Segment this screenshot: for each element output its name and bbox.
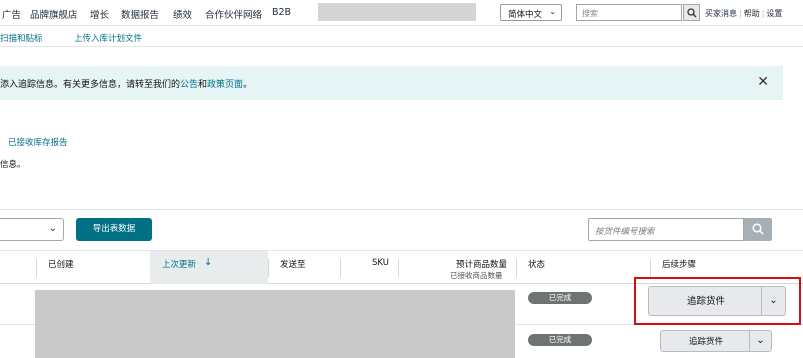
search-input[interactable]: 搜索: [576, 4, 682, 21]
buyer-messages-link[interactable]: 买家消息: [705, 9, 737, 18]
close-icon[interactable]: ✕: [757, 74, 769, 90]
header-ship-to[interactable]: 发送至: [280, 258, 306, 270]
header-sku[interactable]: SKU: [372, 258, 389, 268]
nav-b2b[interactable]: B2B: [272, 7, 291, 18]
nav-brand-store[interactable]: 品牌旗舰店: [30, 7, 78, 21]
search-icon: [752, 223, 764, 235]
highlight-annotation: [634, 277, 801, 325]
column-divider: [398, 259, 399, 277]
top-navigation: 广告 品牌旗舰店 增长 数据报告 绩效 合作伙伴网络 B2B 简体中文 ⌄ 搜索…: [0, 0, 803, 26]
language-value: 简体中文: [508, 10, 543, 20]
announcement-link[interactable]: 公告: [180, 80, 198, 90]
redacted-row-content: [35, 290, 515, 358]
upload-plan-link[interactable]: 上传入库计划文件: [74, 32, 142, 44]
chevron-down-icon: ⌄: [48, 223, 57, 234]
column-divider: [650, 259, 651, 277]
column-divider: [340, 259, 341, 277]
nav-ads[interactable]: 广告: [2, 7, 21, 21]
header-received-qty: 已接收商品数量: [450, 271, 503, 280]
help-link[interactable]: 帮助: [744, 9, 760, 18]
sub-navigation: 扫描和贴标 上传入库计划文件: [0, 27, 803, 47]
track-shipment-label: 追踪货件: [688, 337, 723, 347]
header-last-updated-sorted[interactable]: 上次更新 ↓: [150, 251, 268, 284]
search-icon: [687, 8, 697, 18]
column-divider: [36, 259, 37, 277]
nav-partner-network[interactable]: 合作伙伴网络: [205, 7, 262, 21]
header-next-steps: 后续步骤: [662, 260, 697, 270]
header-expected-qty[interactable]: 预计商品数量: [456, 258, 507, 270]
track-shipment-button[interactable]: 追踪货件 ⌄: [660, 330, 772, 352]
chevron-down-icon: ⌄: [549, 7, 556, 16]
status-badge: 已完成: [528, 334, 592, 346]
banner-message: 添入追踪信息。有关更多信息，请转至我们的公告和政策页面。: [0, 80, 253, 90]
header-status[interactable]: 状态: [528, 258, 545, 270]
nav-performance[interactable]: 绩效: [173, 7, 192, 21]
info-banner: 添入追踪信息。有关更多信息，请转至我们的公告和政策页面。 ✕: [0, 66, 783, 100]
chevron-down-icon[interactable]: ⌄: [749, 331, 771, 351]
scan-and-label-link[interactable]: 扫描和贴标: [0, 32, 43, 44]
search-button[interactable]: [683, 4, 700, 21]
status-badge: 已完成: [528, 292, 592, 304]
shipment-search-input[interactable]: 按货件编号搜索: [588, 218, 744, 241]
arrow-down-icon: ↓: [204, 257, 213, 268]
nav-reports[interactable]: 数据报告: [121, 7, 159, 21]
filter-select[interactable]: ⌄: [0, 218, 64, 241]
header-last-updated: 上次更新: [162, 260, 197, 270]
policy-link[interactable]: 政策页面: [207, 80, 243, 90]
column-divider: [516, 259, 517, 277]
column-divider: [268, 259, 269, 277]
settings-link[interactable]: 设置: [766, 9, 782, 18]
info-text: 信息。: [0, 160, 26, 170]
header-created[interactable]: 已创建: [48, 258, 74, 270]
nav-growth[interactable]: 增长: [90, 7, 109, 21]
redacted-block: [318, 3, 476, 21]
received-inventory-report-link[interactable]: 已接收库存报告: [8, 136, 68, 148]
shipment-search-button[interactable]: [744, 218, 772, 241]
language-select[interactable]: 简体中文 ⌄: [500, 4, 562, 21]
utility-links: 买家消息 | 帮助 | 设置: [705, 9, 783, 18]
export-table-button[interactable]: 导出表数据: [76, 218, 152, 241]
